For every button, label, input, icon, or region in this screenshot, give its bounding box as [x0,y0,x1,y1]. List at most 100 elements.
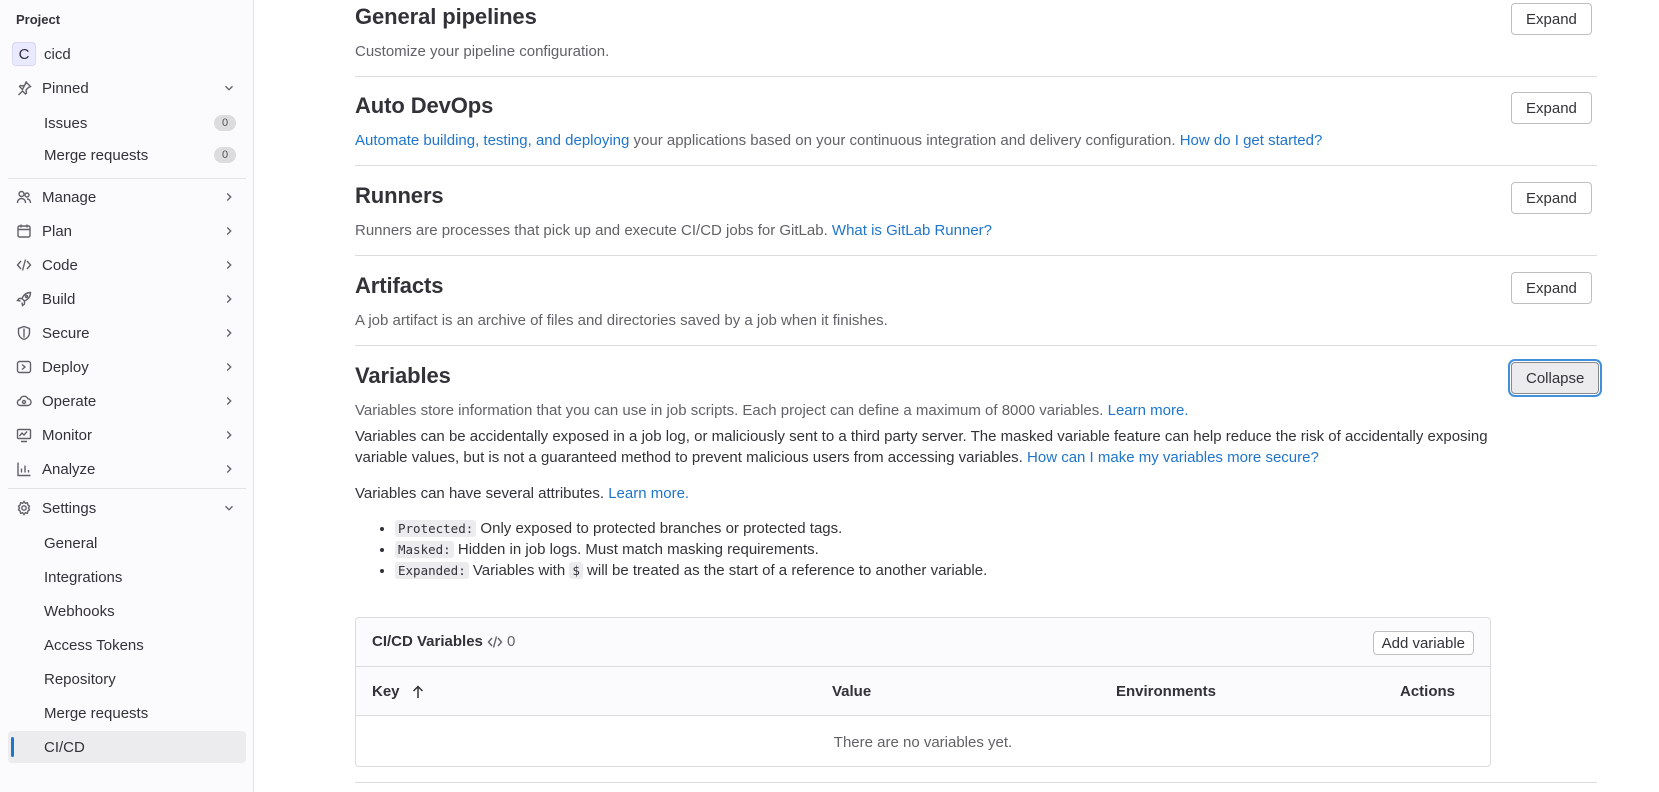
card-header: CI/CD Variables 0 Add variable [356,618,1490,667]
section-divider [355,345,1597,346]
attributes-learn-more-link[interactable]: Learn more. [608,485,689,502]
sidebar-divider [8,178,246,179]
description-text: Runners are processes that pick up and e… [355,222,832,239]
sidebar-item-label: Secure [42,324,90,342]
project-name: cicd [44,45,71,63]
expand-button[interactable]: Expand [1511,3,1592,35]
description-text: Variables store information that you can… [355,402,1108,419]
cloud-icon [16,393,32,409]
sidebar-pinned-toggle[interactable]: Pinned [8,72,246,104]
code-icon [16,257,32,273]
count-badge: 0 [214,115,236,131]
sidebar-item-manage[interactable]: Manage [8,181,246,213]
sidebar-item-label: Monitor [42,426,93,444]
section-divider [355,255,1597,256]
sidebar-item-build[interactable]: Build [8,283,246,315]
table-header: Key Value Environments Actions [356,667,1490,716]
sidebar-item-code[interactable]: Code [8,249,246,281]
attribute-text: Variables with [468,562,570,579]
code-icon [487,635,503,648]
expand-button[interactable]: Expand [1511,182,1592,214]
section-divider [355,782,1597,783]
section-general-pipelines: General pipelines Customize your pipelin… [355,4,1597,62]
add-variable-button[interactable]: Add variable [1372,631,1474,655]
sidebar-divider [8,488,246,489]
chevron-right-icon [226,431,232,439]
calendar-icon [16,223,32,239]
sidebar-item-label: Webhooks [44,602,115,620]
variables-warning: Variables can be accidentally exposed in… [355,426,1495,468]
expand-button[interactable]: Expand [1511,272,1592,304]
chevron-right-icon [226,295,232,303]
section-description: A job artifact is an archive of files an… [355,312,888,329]
sidebar-item-label: CI/CD [44,738,85,756]
monitor-icon [16,427,32,443]
runner-help-link[interactable]: What is GitLab Runner? [832,222,992,239]
sidebar-item-deploy[interactable]: Deploy [8,351,246,383]
sidebar-item-issues[interactable]: Issues 0 [8,107,246,139]
sidebar-item-analyze[interactable]: Analyze [8,453,246,485]
sidebar-item-label: Repository [44,670,116,688]
sidebar-item-cicd[interactable]: CI/CD [8,731,246,763]
section-variables: Variables Variables store information th… [355,363,1597,581]
section-description: Variables store information that you can… [355,401,1597,421]
sidebar-item-operate[interactable]: Operate [8,385,246,417]
sidebar-item-webhooks[interactable]: Webhooks [8,595,246,627]
section-auto-devops: Auto DevOps Automate building, testing, … [355,93,1597,151]
sidebar-section-title: Project [16,12,61,27]
sidebar-item-label: Plan [42,222,73,240]
sidebar-item-label: Access Tokens [44,636,144,654]
list-item: Expanded: Variables with $ will be treat… [395,560,1597,581]
sidebar-item-access-tokens[interactable]: Access Tokens [8,629,246,661]
attribute-text: Hidden in job logs. Must match masking r… [453,541,819,558]
sidebar-item-label: Issues [44,114,88,132]
shield-icon [16,325,32,341]
count-value: 0 [507,633,516,650]
arrow-up-icon [412,684,423,698]
attributes-list: Protected: Only exposed to protected bra… [395,518,1597,581]
sidebar-item-plan[interactable]: Plan [8,215,246,247]
column-header-key[interactable]: Key [372,683,426,700]
sidebar-item-label: Code [42,256,78,274]
card-title: CI/CD Variables [372,633,483,650]
sidebar-item-general[interactable]: General [8,527,246,559]
project-avatar: C [12,42,36,66]
sidebar-item-label: Analyze [42,460,96,478]
sidebar-settings-toggle[interactable]: Settings [8,492,246,524]
chevron-right-icon [226,397,232,405]
attribute-text: will be treated as the start of a refere… [582,562,988,579]
variables-learn-more-link[interactable]: Learn more. [1108,402,1189,419]
attribute-code: Protected: [395,520,477,537]
attributes-text: Variables can have several attributes. [355,485,609,502]
auto-devops-link[interactable]: Automate building, testing, and deployin… [355,132,629,149]
chevron-down-icon [225,505,233,511]
sidebar-item-label: Manage [42,188,97,206]
sidebar-item-repository[interactable]: Repository [8,663,246,695]
get-started-link[interactable]: How do I get started? [1180,132,1323,149]
sidebar-item-label: General [44,534,98,552]
sidebar-item-settings-merge-requests[interactable]: Merge requests [8,697,246,729]
section-artifacts: Artifacts A job artifact is an archive o… [355,273,1597,331]
section-description: Customize your pipeline configuration. [355,43,610,60]
sidebar-item-monitor[interactable]: Monitor [8,419,246,451]
ci-variables-card: CI/CD Variables 0 Add variable Key Value… [355,617,1491,767]
secure-variables-link[interactable]: How can I make my variables more secure? [1027,449,1319,466]
collapse-button[interactable]: Collapse [1511,362,1600,394]
column-label: Key [372,683,400,700]
sidebar-item-merge-requests[interactable]: Merge requests 0 [8,139,246,171]
section-divider [355,76,1597,77]
variable-count: 0 [487,633,515,650]
sidebar: Project C cicd Pinned Issues 0 Merge req… [0,0,254,792]
thumbtack-icon [16,80,32,96]
attributes-intro: Variables can have several attributes. L… [355,483,1597,504]
deploy-icon [16,359,32,375]
sidebar-item-label: Merge requests [44,704,149,722]
sidebar-project-link[interactable]: C cicd [12,42,71,66]
sidebar-pinned-label: Pinned [42,79,89,97]
sidebar-item-secure[interactable]: Secure [8,317,246,349]
chevron-right-icon [226,465,232,473]
section-title: Runners [355,183,444,208]
expand-button[interactable]: Expand [1511,92,1592,124]
chevron-right-icon [226,227,232,235]
sidebar-item-integrations[interactable]: Integrations [8,561,246,593]
